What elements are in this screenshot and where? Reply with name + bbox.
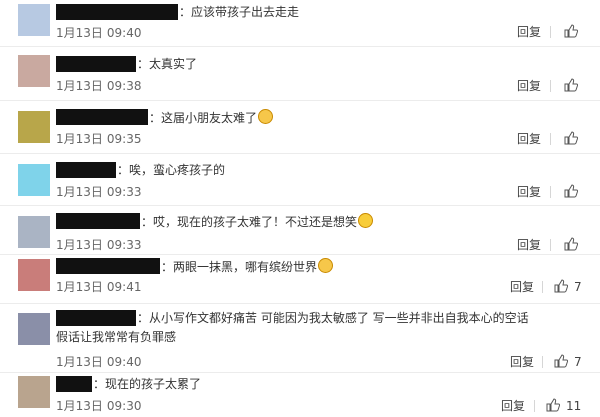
timestamp: 1月13日 09:41 bbox=[56, 280, 142, 294]
thumbs-up-icon[interactable] bbox=[554, 279, 568, 293]
avatar[interactable] bbox=[18, 216, 50, 248]
comment-item: ：从小写作文都好痛苦 可能因为我太敏感了 写一些并非出自我本心的空话 假话让我常… bbox=[0, 304, 600, 372]
thumbs-up-icon[interactable] bbox=[564, 131, 578, 145]
comment-text: ：现在的孩子太累了 bbox=[93, 377, 202, 391]
like-count: 7 bbox=[574, 355, 582, 369]
avatar[interactable] bbox=[18, 313, 50, 345]
avatar[interactable] bbox=[18, 4, 50, 36]
laughing-face-icon bbox=[358, 213, 374, 228]
comment-item: ：太真实了 1月13日 09:38 回复 bbox=[0, 47, 600, 99]
divider bbox=[550, 26, 551, 38]
reply-button[interactable]: 回复 bbox=[517, 79, 541, 93]
comment-item: ：应该带孩子出去走走 1月13日 09:40 回复 bbox=[0, 0, 600, 46]
avatar[interactable] bbox=[18, 376, 50, 408]
avatar[interactable] bbox=[18, 55, 50, 87]
redacted-username[interactable] bbox=[56, 213, 140, 229]
reply-button[interactable]: 回复 bbox=[517, 25, 541, 39]
redacted-username[interactable] bbox=[56, 109, 148, 125]
redacted-username[interactable] bbox=[56, 4, 178, 20]
redacted-username[interactable] bbox=[56, 376, 92, 392]
reply-button[interactable]: 回复 bbox=[510, 280, 534, 294]
divider bbox=[550, 80, 551, 92]
like-count: 7 bbox=[574, 280, 582, 294]
crying-face-icon bbox=[318, 258, 334, 273]
redacted-username[interactable] bbox=[56, 56, 136, 72]
divider bbox=[542, 356, 543, 368]
avatar[interactable] bbox=[18, 164, 50, 196]
timestamp: 1月13日 09:33 bbox=[56, 185, 142, 199]
comment-text: ：太真实了 bbox=[137, 57, 198, 71]
crying-face-icon bbox=[258, 109, 274, 124]
divider bbox=[550, 186, 551, 198]
timestamp: 1月13日 09:40 bbox=[56, 26, 142, 40]
comment-text: ：哎，现在的孩子太难了！不过还是想笑 bbox=[141, 215, 358, 229]
thumbs-up-icon[interactable] bbox=[564, 184, 578, 198]
comment-item: ：现在的孩子太累了 1月13日 09:30 回复 11 bbox=[0, 373, 600, 417]
thumbs-up-icon[interactable] bbox=[546, 398, 560, 412]
comment-text: ：两眼一抹黑，哪有缤纷世界 bbox=[161, 260, 318, 274]
redacted-username[interactable] bbox=[56, 162, 116, 178]
comment-item: ：哎，现在的孩子太难了！不过还是想笑 1月13日 09:33 回复 bbox=[0, 206, 600, 254]
comment-item: ：唉，蛮心疼孩子的 1月13日 09:33 回复 bbox=[0, 154, 600, 204]
thumbs-up-icon[interactable] bbox=[564, 237, 578, 251]
thumbs-up-icon[interactable] bbox=[564, 24, 578, 38]
comment-text-continued: 假话让我常常有负罪感 bbox=[56, 330, 177, 344]
timestamp: 1月13日 09:38 bbox=[56, 79, 142, 93]
timestamp: 1月13日 09:33 bbox=[56, 238, 142, 252]
reply-button[interactable]: 回复 bbox=[517, 132, 541, 146]
divider bbox=[542, 281, 543, 293]
comment-item: ：这届小朋友太难了 1月13日 09:35 回复 bbox=[0, 101, 600, 153]
comment-item: ：两眼一抹黑，哪有缤纷世界 1月13日 09:41 回复 7 bbox=[0, 255, 600, 303]
avatar[interactable] bbox=[18, 111, 50, 143]
divider bbox=[550, 133, 551, 145]
avatar[interactable] bbox=[18, 259, 50, 291]
reply-button[interactable]: 回复 bbox=[517, 238, 541, 252]
reply-button[interactable]: 回复 bbox=[517, 185, 541, 199]
comment-text: ：从小写作文都好痛苦 可能因为我太敏感了 写一些并非出自我本心的空话 bbox=[137, 311, 529, 325]
thumbs-up-icon[interactable] bbox=[554, 354, 568, 368]
divider bbox=[550, 239, 551, 251]
redacted-username[interactable] bbox=[56, 258, 160, 274]
comment-text: ：这届小朋友太难了 bbox=[149, 111, 258, 125]
redacted-username[interactable] bbox=[56, 310, 136, 326]
comment-text: ：应该带孩子出去走走 bbox=[179, 5, 300, 19]
thumbs-up-icon[interactable] bbox=[564, 78, 578, 92]
divider bbox=[534, 400, 535, 412]
timestamp: 1月13日 09:35 bbox=[56, 132, 142, 146]
timestamp: 1月13日 09:40 bbox=[56, 355, 142, 369]
reply-button[interactable]: 回复 bbox=[510, 355, 534, 369]
timestamp: 1月13日 09:30 bbox=[56, 399, 142, 413]
like-count: 11 bbox=[566, 399, 582, 413]
reply-button[interactable]: 回复 bbox=[501, 399, 525, 413]
comment-text: ：唉，蛮心疼孩子的 bbox=[117, 163, 226, 177]
